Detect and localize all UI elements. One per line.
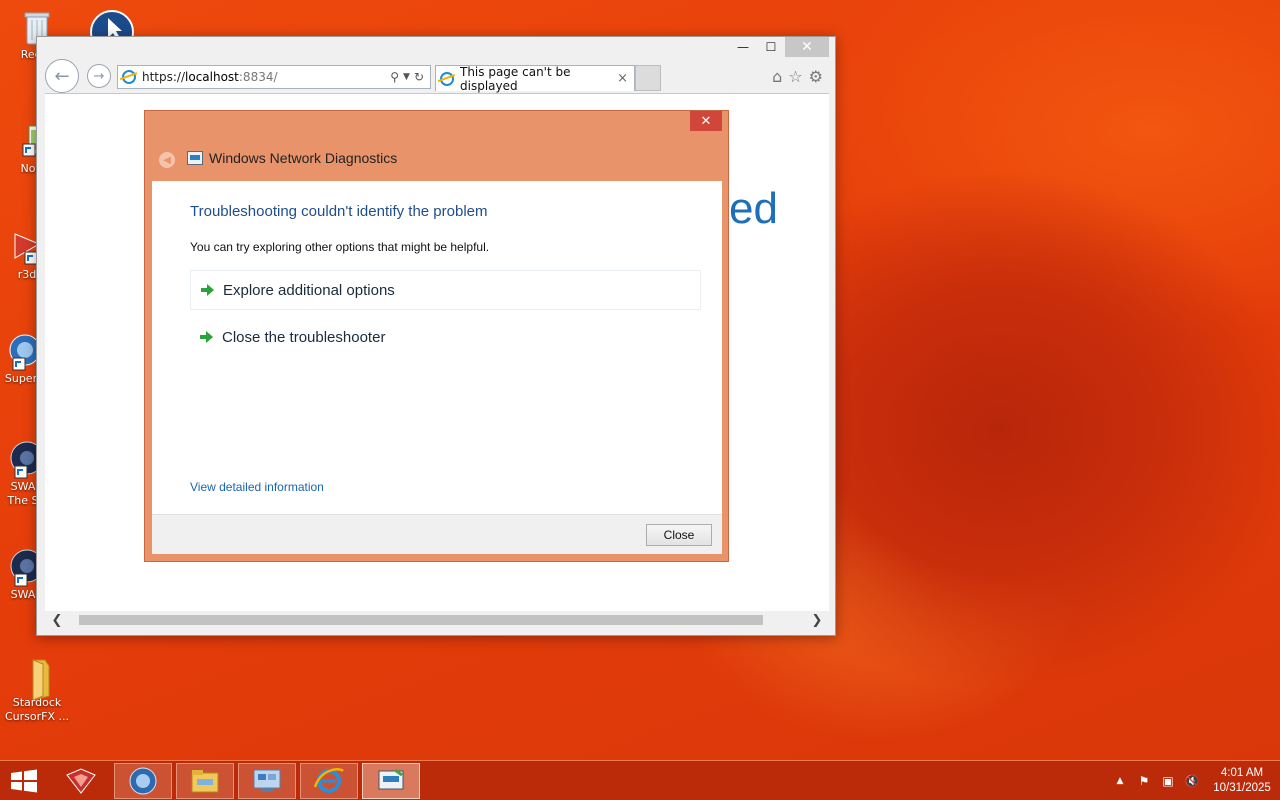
back-arrow-icon: ← [54,65,70,87]
desktop-icon-label: Stardock CursorFX ... [4,696,69,723]
green-arrow-icon [201,283,215,297]
tab-title: This page can't be displayed [460,64,571,93]
network-diagnostics-dialog: ✕ ◀ Windows Network Diagnostics Troubles… [144,110,729,562]
scroll-right-icon[interactable]: ❯ [805,613,829,628]
favorites-star-icon[interactable]: ☆ [788,67,802,86]
scrollbar-thumb[interactable] [79,615,763,625]
dialog-description: You can try exploring other options that… [190,240,490,254]
desktop-icon-stardock-cursorfx[interactable]: Stardock CursorFX ... [0,656,74,724]
dialog-title: Windows Network Diagnostics [209,150,398,166]
close-the-troubleshooter[interactable]: Close the troubleshooter [190,317,701,357]
forward-arrow-icon: → [93,68,105,84]
dropdown-icon[interactable]: ▼ [403,72,410,82]
start-button[interactable] [10,769,38,793]
network-diagnostics-icon [378,768,404,790]
maximize-button[interactable]: ☐ [757,37,785,57]
address-bar[interactable]: https://localhost:8834/ ⚲ ▼ ↻ [117,65,431,89]
green-arrow-icon [200,330,214,344]
super-app-icon [3,332,41,371]
network-diagnostics-icon [187,151,203,165]
horizontal-scrollbar[interactable]: ❮ ❯ [45,611,829,629]
taskbar-r3d[interactable] [52,763,110,799]
window-controls: — ☐ ✕ [729,37,829,57]
internet-explorer-icon [313,768,344,793]
clock[interactable]: 4:01 AM 10/31/2025 [1204,766,1280,796]
page-heading: ed [729,184,778,233]
ie-page-icon [122,70,136,84]
view-detailed-information-link[interactable]: View detailed information [190,480,324,494]
ie-page-icon [440,71,454,86]
system-tray: ▲ ⚑ ▣ 🔇 4:01 AM 10/31/2025 [1108,761,1280,800]
show-hidden-icons-icon[interactable]: ▲ [1108,776,1132,786]
taskbar: ▲ ⚑ ▣ 🔇 4:01 AM 10/31/2025 [0,760,1280,800]
r3d-icon [66,768,96,794]
search-icon[interactable]: ⚲ [390,70,399,84]
clock-date: 10/31/2025 [1213,782,1271,794]
file-explorer-icon [191,770,219,793]
url-scheme: https:// [142,70,186,84]
taskbar-network-app[interactable] [114,763,172,799]
windows-logo-icon [11,769,37,793]
minimize-button[interactable]: — [729,37,757,57]
home-icon[interactable]: ⌂ [772,67,782,86]
settings-gear-icon[interactable]: ⚙ [809,67,823,86]
control-panel-icon [253,769,281,792]
clock-time: 4:01 AM [1220,767,1264,779]
desktop: Recyc Notep r3d Super SWA The S SWA [0,0,1280,760]
dialog-footer: Close [152,514,722,554]
close-button[interactable]: Close [646,524,712,546]
close-window-button[interactable]: ✕ [785,37,829,57]
taskbar-control-panel[interactable] [238,763,296,799]
taskbar-file-explorer[interactable] [176,763,234,799]
option-label: Explore additional options [223,281,395,299]
folder-icon [19,656,55,701]
tab-page-cant-be-displayed[interactable]: This page can't be displayed × [435,64,635,93]
taskbar-internet-explorer[interactable] [300,763,358,799]
dialog-close-button[interactable]: ✕ [690,111,722,131]
action-center-flag-icon[interactable]: ⚑ [1132,774,1156,788]
option-label: Close the troubleshooter [222,328,386,346]
dialog-back-icon[interactable]: ◀ [159,152,175,168]
new-tab-button[interactable] [635,65,661,91]
dialog-body: Troubleshooting couldn't identify the pr… [152,181,722,514]
refresh-icon[interactable]: ↻ [414,70,424,84]
scroll-left-icon[interactable]: ❮ [45,613,69,628]
network-icon[interactable]: ▣ [1156,774,1180,788]
volume-muted-icon[interactable]: 🔇 [1180,774,1204,788]
taskbar-network-diagnostics[interactable] [362,763,420,799]
url-host: localhost [185,70,239,84]
forward-button[interactable]: → [87,64,111,88]
back-button[interactable]: ← [45,59,79,93]
url-port-path: :8834/ [238,70,278,84]
dialog-heading: Troubleshooting couldn't identify the pr… [190,203,488,220]
tab-close-icon[interactable]: × [617,71,628,86]
globe-icon [129,767,157,795]
explore-additional-options[interactable]: Explore additional options [190,270,701,310]
